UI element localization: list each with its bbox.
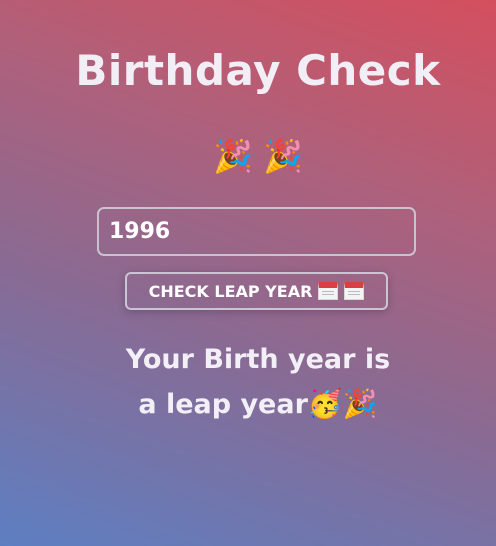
check-leap-year-button[interactable]: CHECK LEAP YEAR (125, 272, 388, 310)
result-line-2: a leap year🥳🎉 (0, 382, 496, 427)
calendar-icon (318, 282, 339, 300)
check-leap-year-label: CHECK LEAP YEAR (148, 281, 313, 301)
partying-face-icon: 🥳 (307, 387, 343, 420)
birth-year-input[interactable] (97, 207, 416, 256)
party-popper-icon: 🎉 (212, 137, 253, 175)
page-title: Birthday Check (75, 46, 441, 95)
party-popper-icon: 🎉 (263, 137, 303, 175)
result-line-2-text: a leap year (138, 389, 308, 420)
party-popper-icon: 🎉 (342, 387, 378, 420)
header-emoji-row: 🎉 🎉 (0, 136, 496, 176)
calendar-icon (344, 282, 365, 300)
result-line-1: Your Birth year is (125, 344, 391, 375)
result-message: Your Birth year is a leap year🥳🎉 (0, 338, 496, 427)
